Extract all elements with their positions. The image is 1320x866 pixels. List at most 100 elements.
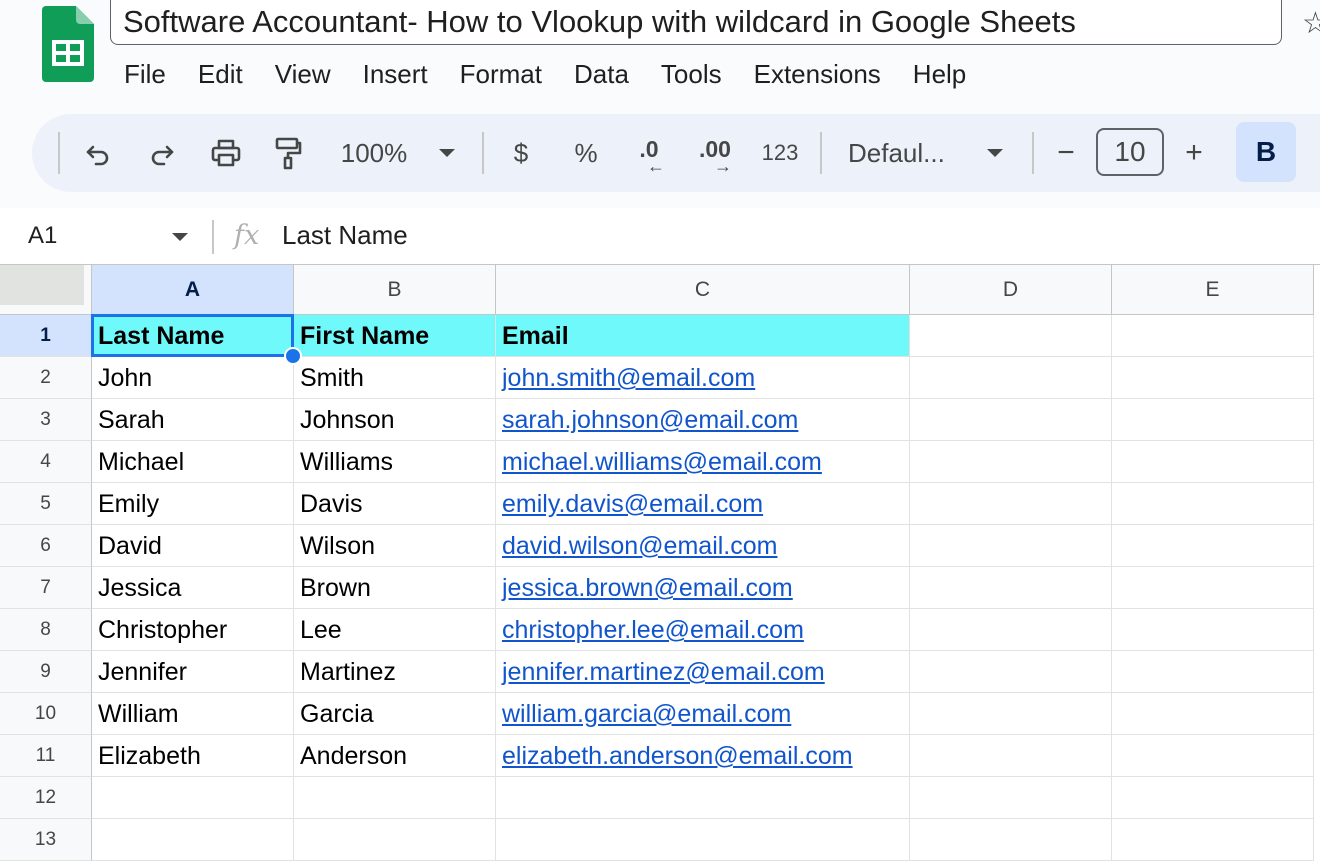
cell-d7[interactable] [910,567,1112,609]
font-size-input[interactable]: 10 [1096,128,1164,176]
cell-d12[interactable] [910,777,1112,819]
row-header-9[interactable]: 9 [0,651,92,693]
cell-e3[interactable] [1112,399,1314,441]
increase-font-size-button[interactable]: + [1178,114,1210,192]
cell-e6[interactable] [1112,525,1314,567]
row-header-13[interactable]: 13 [0,819,92,861]
cell-b1[interactable]: First Name [294,315,496,357]
cell-a12[interactable] [92,777,294,819]
cell-c11[interactable]: elizabeth.anderson@email.com [496,735,910,777]
cell-d13[interactable] [910,819,1112,861]
menu-file[interactable]: File [108,54,182,94]
cell-e11[interactable] [1112,735,1314,777]
cell-b2[interactable]: Smith [294,357,496,399]
cell-d8[interactable] [910,609,1112,651]
cell-a11[interactable]: Elizabeth [92,735,294,777]
cell-b8[interactable]: Lee [294,609,496,651]
zoom-select[interactable]: 100% [334,114,414,192]
cell-a10[interactable]: William [92,693,294,735]
print-icon[interactable] [204,114,248,192]
cell-b3[interactable]: Johnson [294,399,496,441]
cell-c6[interactable]: david.wilson@email.com [496,525,910,567]
cell-b4[interactable]: Williams [294,441,496,483]
cell-e13[interactable] [1112,819,1314,861]
menu-edit[interactable]: Edit [182,54,259,94]
cell-a13[interactable] [92,819,294,861]
cell-e1[interactable] [1112,315,1314,357]
cell-d5[interactable] [910,483,1112,525]
menu-extensions[interactable]: Extensions [738,54,897,94]
row-header-5[interactable]: 5 [0,483,92,525]
column-header-e[interactable]: E [1112,265,1314,315]
name-box-dropdown-icon[interactable] [172,233,188,241]
cell-a1[interactable]: Last Name [92,315,294,357]
cell-c10[interactable]: william.garcia@email.com [496,693,910,735]
cell-e7[interactable] [1112,567,1314,609]
row-header-6[interactable]: 6 [0,525,92,567]
cell-d11[interactable] [910,735,1112,777]
cell-e5[interactable] [1112,483,1314,525]
cell-e8[interactable] [1112,609,1314,651]
menu-data[interactable]: Data [558,54,645,94]
sheets-logo-icon[interactable] [42,6,94,82]
column-header-a[interactable]: A [92,265,294,315]
format-percent-button[interactable]: % [570,114,602,192]
cell-b6[interactable]: Wilson [294,525,496,567]
cell-b9[interactable]: Martinez [294,651,496,693]
increase-decimal-button[interactable]: .00 → [694,114,736,192]
row-header-7[interactable]: 7 [0,567,92,609]
cell-c5[interactable]: emily.davis@email.com [496,483,910,525]
row-header-11[interactable]: 11 [0,735,92,777]
cell-d10[interactable] [910,693,1112,735]
cell-d6[interactable] [910,525,1112,567]
menu-tools[interactable]: Tools [645,54,738,94]
cell-c9[interactable]: jennifer.martinez@email.com [496,651,910,693]
cell-e12[interactable] [1112,777,1314,819]
row-header-10[interactable]: 10 [0,693,92,735]
font-dropdown-icon[interactable] [982,114,1008,192]
cell-c1[interactable]: Email [496,315,910,357]
decrease-decimal-button[interactable]: .0 ← [630,114,668,192]
column-header-c[interactable]: C [496,265,910,315]
cell-d4[interactable] [910,441,1112,483]
cell-c4[interactable]: michael.williams@email.com [496,441,910,483]
row-header-1[interactable]: 1 [0,315,92,357]
formula-input[interactable]: Last Name [282,208,408,262]
row-header-2[interactable]: 2 [0,357,92,399]
cell-b13[interactable] [294,819,496,861]
row-header-4[interactable]: 4 [0,441,92,483]
cell-e9[interactable] [1112,651,1314,693]
cell-a2[interactable]: John [92,357,294,399]
more-formats-button[interactable]: 123 [756,114,804,192]
row-header-12[interactable]: 12 [0,777,92,819]
cell-a5[interactable]: Emily [92,483,294,525]
redo-icon[interactable] [142,114,182,192]
cell-d2[interactable] [910,357,1112,399]
cell-a9[interactable]: Jennifer [92,651,294,693]
menu-view[interactable]: View [259,54,347,94]
cell-e10[interactable] [1112,693,1314,735]
cell-c12[interactable] [496,777,910,819]
cell-c8[interactable]: christopher.lee@email.com [496,609,910,651]
paint-format-icon[interactable] [268,114,308,192]
font-select[interactable]: Defaul... [848,114,962,192]
cell-e2[interactable] [1112,357,1314,399]
star-icon[interactable]: ☆ [1302,4,1320,44]
format-currency-button[interactable]: $ [506,114,536,192]
cell-a6[interactable]: David [92,525,294,567]
cell-d3[interactable] [910,399,1112,441]
cell-b7[interactable]: Brown [294,567,496,609]
cell-d9[interactable] [910,651,1112,693]
zoom-dropdown-icon[interactable] [434,114,460,192]
row-header-8[interactable]: 8 [0,609,92,651]
name-box[interactable]: A1 [28,208,57,264]
bold-button[interactable]: B [1236,122,1296,182]
menu-format[interactable]: Format [444,54,558,94]
document-title[interactable]: Software Accountant- How to Vlookup with… [110,0,1282,45]
cell-b11[interactable]: Anderson [294,735,496,777]
cell-c13[interactable] [496,819,910,861]
cell-c2[interactable]: john.smith@email.com [496,357,910,399]
column-header-d[interactable]: D [910,265,1112,315]
cell-a8[interactable]: Christopher [92,609,294,651]
cell-b5[interactable]: Davis [294,483,496,525]
